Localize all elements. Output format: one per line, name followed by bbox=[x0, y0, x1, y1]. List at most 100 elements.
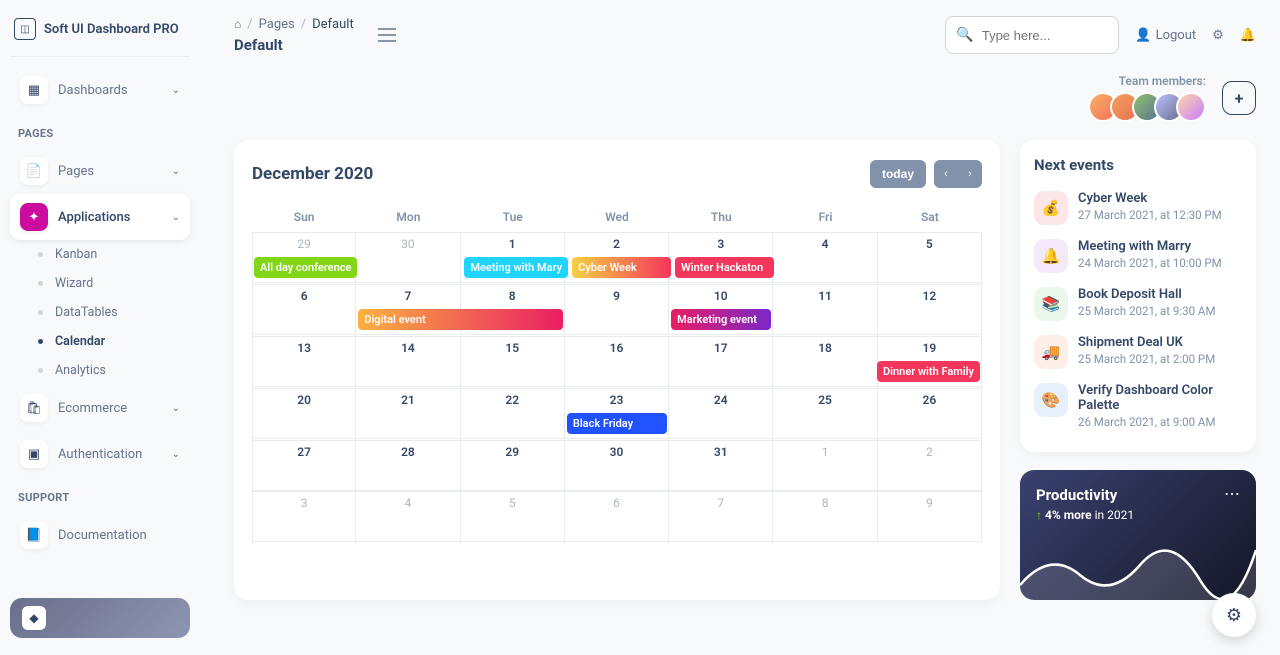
productivity-title: Productivity bbox=[1036, 486, 1240, 504]
nav-pages[interactable]: 📄 Pages ⌄ bbox=[10, 148, 190, 194]
calendar-body: 2930 12 345 All day conference Meeting with … bbox=[252, 232, 982, 542]
prev-button[interactable]: ‹ bbox=[934, 160, 958, 188]
chevron-down-icon: ⌄ bbox=[172, 403, 180, 414]
nav-applications[interactable]: ✦ Applications ⌄ bbox=[10, 194, 190, 240]
event-item[interactable]: 💰Cyber Week27 March 2021, at 12:30 PM bbox=[1034, 184, 1242, 232]
arrow-up-icon: ↑ bbox=[1036, 508, 1042, 522]
pro-card[interactable]: ◆ bbox=[10, 598, 190, 638]
day-header: Wed bbox=[565, 202, 669, 232]
calendar-day-headers: SunMonTueWedThuFriSat bbox=[252, 202, 982, 232]
chevron-down-icon: ⌄ bbox=[172, 212, 180, 223]
event-name: Shipment Deal UK bbox=[1078, 335, 1215, 350]
day-header: Thu bbox=[669, 202, 773, 232]
section-support: SUPPORT bbox=[18, 491, 182, 504]
calendar-event[interactable]: Meeting with Mary bbox=[464, 257, 568, 278]
calendar-event[interactable]: Marketing event bbox=[671, 309, 771, 330]
logout-link[interactable]: 👤 Logout bbox=[1135, 28, 1196, 43]
event-icon: 🚚 bbox=[1034, 335, 1068, 369]
event-icon: 📚 bbox=[1034, 287, 1068, 321]
today-button[interactable]: today bbox=[870, 160, 926, 188]
nav-label: Documentation bbox=[58, 528, 147, 543]
event-item[interactable]: 🚚Shipment Deal UK25 March 2021, at 2:00 … bbox=[1034, 328, 1242, 376]
calendar-cell[interactable]: 31 bbox=[669, 441, 773, 491]
calendar-card: December 2020 today ‹ › SunMonTueWedThuF… bbox=[234, 140, 1000, 600]
calendar-cell[interactable]: 2 bbox=[878, 441, 982, 491]
dashboard-icon: ▦ bbox=[20, 76, 48, 104]
search-box[interactable]: 🔍 bbox=[945, 16, 1119, 54]
subnav-wizard[interactable]: Wizard bbox=[28, 269, 190, 298]
topbar: ⌂ / Pages / Default Default 🔍 👤 Logout ⚙… bbox=[234, 16, 1256, 54]
calendar-event[interactable]: All day conference bbox=[254, 257, 357, 278]
event-date: 27 March 2021, at 12:30 PM bbox=[1078, 208, 1222, 222]
chevron-down-icon: ⌄ bbox=[172, 166, 180, 177]
next-events-title: Next events bbox=[1034, 156, 1242, 174]
calendar-title: December 2020 bbox=[252, 164, 373, 184]
team-avatars bbox=[1088, 92, 1206, 122]
day-header: Fri bbox=[773, 202, 877, 232]
add-member-button[interactable]: + bbox=[1222, 81, 1256, 115]
nav-label: Dashboards bbox=[58, 83, 128, 98]
calendar-event[interactable]: Cyber Week bbox=[572, 257, 671, 278]
event-name: Verify Dashboard Color Palette bbox=[1078, 383, 1242, 413]
nav-label: Authentication bbox=[58, 447, 142, 462]
calendar-cell[interactable]: 30 bbox=[565, 441, 669, 491]
calendar-cell[interactable]: 9 bbox=[878, 492, 982, 542]
subnav-calendar[interactable]: Calendar bbox=[28, 327, 190, 356]
ecommerce-icon: 🛍 bbox=[20, 394, 48, 422]
nav-label: Applications bbox=[58, 210, 131, 225]
team-label: Team members: bbox=[1088, 74, 1206, 88]
subnav-analytics[interactable]: Analytics bbox=[28, 356, 190, 385]
calendar-cell[interactable]: 6 bbox=[565, 492, 669, 542]
calendar-event[interactable]: Digital event bbox=[358, 309, 563, 330]
crumb-current: Default bbox=[312, 17, 354, 32]
calendar-cell[interactable]: 7 bbox=[669, 492, 773, 542]
nav-ecommerce[interactable]: 🛍 Ecommerce ⌄ bbox=[10, 385, 190, 431]
calendar-event[interactable]: Winter Hackaton bbox=[675, 257, 774, 278]
crumb-pages[interactable]: Pages bbox=[259, 17, 295, 32]
docs-icon: 📘 bbox=[20, 521, 48, 549]
nav-label: Pages bbox=[58, 164, 94, 179]
calendar-cell[interactable]: 8 bbox=[773, 492, 877, 542]
calendar-cell[interactable]: 27 bbox=[252, 441, 356, 491]
nav-documentation[interactable]: 📘 Documentation bbox=[10, 512, 190, 558]
avatar[interactable] bbox=[1176, 92, 1206, 122]
diamond-icon: ◆ bbox=[22, 606, 46, 630]
event-item[interactable]: 🔔 Meeting with Marry 24 March 2021, at 10:… bbox=[1034, 232, 1242, 280]
page-title: Default bbox=[234, 36, 354, 54]
home-icon[interactable]: ⌂ bbox=[234, 17, 241, 31]
nav-authentication[interactable]: ▣ Authentication ⌄ bbox=[10, 431, 190, 477]
calendar-event[interactable]: Dinner with Family bbox=[877, 361, 980, 382]
event-icon: 🔔 bbox=[1034, 239, 1068, 273]
event-name: Meeting with Marry bbox=[1078, 239, 1222, 254]
settings-icon[interactable]: ⚙ bbox=[1212, 28, 1224, 43]
notifications-icon[interactable]: 🔔 bbox=[1240, 28, 1256, 43]
nav-dashboards[interactable]: ▦ Dashboards ⌄ bbox=[10, 67, 190, 113]
brand[interactable]: ◫ Soft UI Dashboard PRO bbox=[10, 12, 190, 57]
subnav-datatables[interactable]: DataTables bbox=[28, 298, 190, 327]
card-menu-icon[interactable]: ⋯ bbox=[1224, 484, 1242, 503]
nav-label: Ecommerce bbox=[58, 401, 127, 416]
event-icon: 💰 bbox=[1034, 191, 1068, 225]
calendar-cell[interactable]: 29 bbox=[461, 441, 565, 491]
productivity-card: Productivity ↑ 4% more in 2021 ⋯ bbox=[1020, 470, 1256, 600]
event-date: 25 March 2021, at 9:30 AM bbox=[1078, 304, 1215, 318]
calendar-cell[interactable]: 3 bbox=[252, 492, 356, 542]
next-events-card: Next events 💰Cyber Week27 March 2021, at… bbox=[1020, 140, 1256, 452]
menu-toggle[interactable] bbox=[378, 28, 396, 42]
subnav-kanban[interactable]: Kanban bbox=[28, 240, 190, 269]
calendar-cell[interactable]: 28 bbox=[356, 441, 460, 491]
floating-settings-button[interactable]: ⚙ bbox=[1212, 593, 1256, 637]
search-input[interactable] bbox=[982, 28, 1109, 43]
event-date: 24 March 2021, at 10:00 PM bbox=[1078, 256, 1222, 270]
day-header: Sat bbox=[878, 202, 982, 232]
breadcrumb: ⌂ / Pages / Default Default bbox=[234, 17, 354, 54]
event-item[interactable]: 📚Book Deposit Hall25 March 2021, at 9:30… bbox=[1034, 280, 1242, 328]
next-button[interactable]: › bbox=[958, 160, 982, 188]
chevron-down-icon: ⌄ bbox=[172, 449, 180, 460]
calendar-cell[interactable]: 4 bbox=[356, 492, 460, 542]
calendar-cell[interactable]: 1 bbox=[773, 441, 877, 491]
event-item[interactable]: 🎨Verify Dashboard Color Palette26 March … bbox=[1034, 376, 1242, 436]
calendar-event[interactable]: Black Friday bbox=[567, 413, 667, 434]
calendar-cell[interactable]: 5 bbox=[461, 492, 565, 542]
calendar-nav: ‹ › bbox=[934, 160, 982, 188]
